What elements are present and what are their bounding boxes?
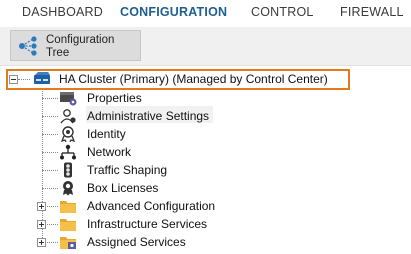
admin-settings-icon [60,109,76,124]
tab-firewall[interactable]: FIREWALL [340,5,404,19]
folder-icon [60,201,76,213]
tree-item-administrative-settings[interactable]: Administrative Settings [0,107,300,125]
tree-item-label: Administrative Settings [87,109,210,123]
tree-item-label: Traffic Shaping [87,163,168,177]
network-icon [60,144,76,160]
tree-item-assigned-services[interactable]: Assigned Services [0,233,300,251]
configuration-tree-button[interactable]: Configuration Tree [10,30,141,61]
tree-item-label: Infrastructure Services [87,217,208,231]
tab-configuration[interactable]: CONFIGURATION [120,5,227,19]
cluster-box-icon [34,72,50,84]
tree-item-label: Assigned Services [87,235,186,249]
toolbar: Configuration Tree [0,27,411,66]
configuration-tree-label-line1: Configuration [46,34,115,46]
tab-control[interactable]: CONTROL [251,5,314,19]
tree-item-advanced-configuration[interactable]: Advanced Configuration [0,197,300,215]
tree-item-label: Identity [87,127,126,141]
tree-item-identity[interactable]: Identity [0,125,300,143]
tree-item-label: Properties [87,91,142,105]
license-icon [63,181,73,196]
tree-item-properties[interactable]: Properties [0,89,300,107]
tree-item-infrastructure-services[interactable]: Infrastructure Services [0,215,300,233]
top-navigation: DASHBOARD CONFIGURATION CONTROL FIREWALL [0,0,411,27]
tree-item-label: Advanced Configuration [87,199,216,213]
tree-root-ha-cluster[interactable]: HA Cluster (Primary) (Managed by Control… [0,70,350,88]
tree-share-icon [19,36,37,56]
configuration-tree-label: Configuration Tree [46,34,114,59]
tree-item-box-licenses[interactable]: Box Licenses [0,179,300,197]
traffic-light-icon [64,162,72,178]
folder-icon [60,219,76,231]
identity-icon [60,126,76,142]
tree-item-label: Network [87,145,132,159]
configuration-tree-label-line2: Tree [46,46,70,59]
tree-item-label: Box Licenses [87,181,159,195]
properties-icon [60,92,77,106]
configuration-tree: HA Cluster (Primary) (Managed by Control… [0,66,411,254]
tree-root-label: HA Cluster (Primary) (Managed by Control… [59,72,328,86]
tree-item-network[interactable]: Network [0,143,300,161]
tree-item-traffic-shaping[interactable]: Traffic Shaping [0,161,300,179]
services-icon [60,237,76,249]
tab-dashboard[interactable]: DASHBOARD [22,5,103,19]
